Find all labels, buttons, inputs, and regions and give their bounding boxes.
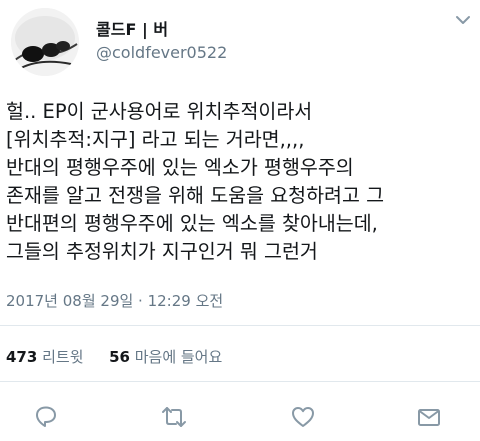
like-button[interactable] [290, 404, 316, 430]
divider [0, 325, 480, 326]
tweet-line: 헐.. EP이 군사용어로 위치추적이라서 [6, 100, 313, 123]
direct-message-icon [418, 409, 440, 426]
user-handle[interactable]: @coldfever0522 [96, 43, 227, 62]
divider [0, 381, 480, 382]
likes-label[interactable]: 마음에 들어요 [135, 348, 223, 366]
likes-count[interactable]: 56 [109, 348, 130, 366]
tweet-stats: 473 리트윗 56 마음에 들어요 [6, 346, 222, 367]
tweet-line: 존재를 알고 전쟁을 위해 도움을 요청하려고 그 [6, 184, 385, 207]
tweet-line: [위치추적:지구] 라고 되는 거라면,,,, [6, 128, 305, 151]
retweets-label[interactable]: 리트윗 [42, 348, 83, 366]
tweet-timestamp[interactable]: 2017년 08월 29일 · 12:29 오전 [6, 290, 223, 311]
retweet-button[interactable] [161, 404, 187, 430]
tweet-line: 반대의 평행우주에 있는 엑소가 평행우주의 [6, 156, 354, 179]
direct-message-button[interactable] [416, 404, 442, 430]
like-icon [292, 407, 314, 427]
avatar[interactable] [11, 8, 79, 76]
display-name[interactable]: 콜드F | 버 [96, 16, 168, 40]
retweets-count[interactable]: 473 [6, 348, 37, 366]
tweet-header: 콜드F | 버 @coldfever0522 [0, 0, 480, 80]
tweet-line: 그들의 추정위치가 지구인거 뭐 그런거 [6, 240, 318, 263]
retweet-icon [162, 407, 186, 427]
reply-button[interactable] [33, 404, 59, 430]
black-roses-avatar-icon [11, 8, 79, 76]
tweet-line: 반대편의 평행우주에 있는 엑소를 찾아내는데, [6, 212, 378, 235]
tweet-text: 헐.. EP이 군사용어로 위치추적이라서 [위치추적:지구] 라고 되는 거라… [6, 98, 476, 266]
chevron-down-icon[interactable] [455, 14, 471, 26]
reply-icon [36, 406, 56, 427]
